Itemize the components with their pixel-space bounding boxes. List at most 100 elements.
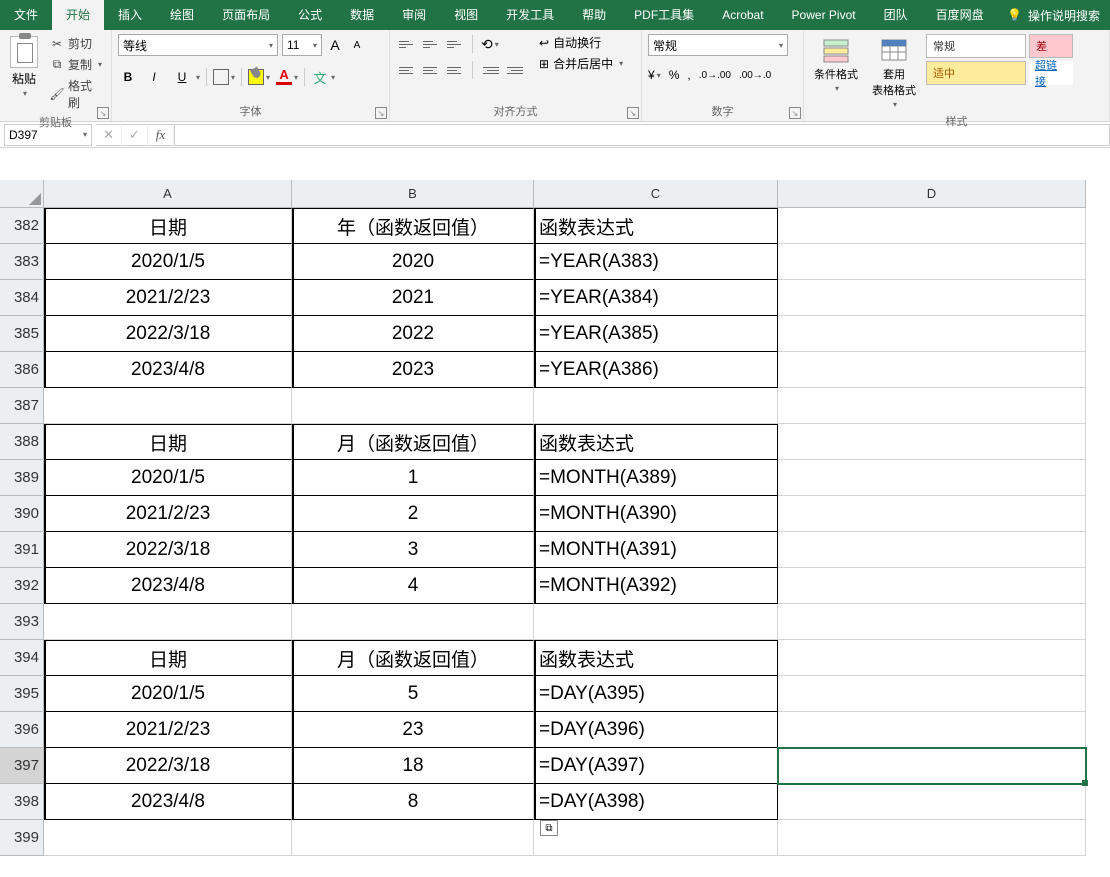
cell-B385[interactable]: 2022 xyxy=(292,316,534,352)
cell-B390[interactable]: 2 xyxy=(292,496,534,532)
cell-B395[interactable]: 5 xyxy=(292,676,534,712)
cell-D390[interactable] xyxy=(778,496,1086,532)
cell-B386[interactable]: 2023 xyxy=(292,352,534,388)
underline-button[interactable]: U▾ xyxy=(170,70,200,84)
row-header-391[interactable]: 391 xyxy=(0,532,44,568)
cell-A386[interactable]: 2023/4/8 xyxy=(44,352,292,388)
cell-A384[interactable]: 2021/2/23 xyxy=(44,280,292,316)
clipboard-dialog-launcher[interactable]: ↘ xyxy=(97,107,109,119)
accounting-format[interactable]: ¥▾ xyxy=(648,68,661,82)
cell-C386[interactable]: =YEAR(A386) xyxy=(534,352,778,388)
cell-B396[interactable]: 23 xyxy=(292,712,534,748)
font-name-combo[interactable]: 等线▾ xyxy=(118,34,278,56)
align-top[interactable] xyxy=(396,34,416,54)
row-header-390[interactable]: 390 xyxy=(0,496,44,532)
cell-A391[interactable]: 2022/3/18 xyxy=(44,532,292,568)
row-header-384[interactable]: 384 xyxy=(0,280,44,316)
cell-A396[interactable]: 2021/2/23 xyxy=(44,712,292,748)
tab-文件[interactable]: 文件 xyxy=(0,0,52,30)
copy-button[interactable]: ⧉复制▾ xyxy=(48,55,105,74)
cell-A398[interactable]: 2023/4/8 xyxy=(44,784,292,820)
cell-D389[interactable] xyxy=(778,460,1086,496)
tab-页面布局[interactable]: 页面布局 xyxy=(208,0,284,30)
cell-B382[interactable]: 年（函数返回值） xyxy=(292,208,534,244)
cell-B387[interactable] xyxy=(292,388,534,424)
phonetic-button[interactable]: 文▾ xyxy=(311,68,335,86)
borders-button[interactable]: ▾ xyxy=(213,69,235,85)
decrease-indent[interactable] xyxy=(481,60,501,80)
cell-B394[interactable]: 月（函数返回值） xyxy=(292,640,534,676)
cell-C387[interactable] xyxy=(534,388,778,424)
cell-C390[interactable]: =MONTH(A390) xyxy=(534,496,778,532)
cell-D387[interactable] xyxy=(778,388,1086,424)
cell-D388[interactable] xyxy=(778,424,1086,460)
comma-format[interactable]: , xyxy=(687,68,690,82)
font-color-button[interactable]: A▾ xyxy=(276,69,298,85)
col-header-C[interactable]: C xyxy=(534,180,778,208)
style-neutral[interactable]: 适中 xyxy=(926,61,1026,85)
cell-B398[interactable]: 8 xyxy=(292,784,534,820)
cell-D385[interactable] xyxy=(778,316,1086,352)
cell-styles-gallery[interactable]: 常规 差 适中 超链接 xyxy=(926,34,1073,85)
cell-B392[interactable]: 4 xyxy=(292,568,534,604)
cell-D394[interactable] xyxy=(778,640,1086,676)
cell-A393[interactable] xyxy=(44,604,292,640)
cell-A387[interactable] xyxy=(44,388,292,424)
style-bad[interactable]: 差 xyxy=(1029,34,1073,58)
cell-A382[interactable]: 日期 xyxy=(44,208,292,244)
wrap-text-button[interactable]: ↩自动换行 xyxy=(539,34,623,51)
cell-A388[interactable]: 日期 xyxy=(44,424,292,460)
tab-开始[interactable]: 开始 xyxy=(52,0,104,30)
italic-button[interactable]: I xyxy=(144,70,164,84)
align-center[interactable] xyxy=(420,60,440,80)
fill-color-button[interactable]: ▾ xyxy=(248,69,270,85)
tab-团队[interactable]: 团队 xyxy=(870,0,922,30)
tab-PDF工具集[interactable]: PDF工具集 xyxy=(620,0,708,30)
tab-公式[interactable]: 公式 xyxy=(284,0,336,30)
cell-C391[interactable]: =MONTH(A391) xyxy=(534,532,778,568)
row-header-387[interactable]: 387 xyxy=(0,388,44,424)
cell-D392[interactable] xyxy=(778,568,1086,604)
cell-B389[interactable]: 1 xyxy=(292,460,534,496)
increase-font-button[interactable]: A xyxy=(326,36,344,54)
merge-cells-button[interactable]: ⊞合并后居中▾ xyxy=(539,55,623,72)
tab-开发工具[interactable]: 开发工具 xyxy=(492,0,568,30)
cell-D386[interactable] xyxy=(778,352,1086,388)
bold-button[interactable]: B xyxy=(118,70,138,84)
cell-A397[interactable]: 2022/3/18 xyxy=(44,748,292,784)
smart-tag-icon[interactable]: ⧉ xyxy=(540,820,558,836)
cut-button[interactable]: ✂剪切 xyxy=(48,34,105,53)
cell-C394[interactable]: 函数表达式 xyxy=(534,640,778,676)
cell-A389[interactable]: 2020/1/5 xyxy=(44,460,292,496)
row-header-392[interactable]: 392 xyxy=(0,568,44,604)
cell-C392[interactable]: =MONTH(A392) xyxy=(534,568,778,604)
style-hyperlink[interactable]: 超链接 xyxy=(1029,61,1073,85)
cell-D395[interactable] xyxy=(778,676,1086,712)
cell-C393[interactable] xyxy=(534,604,778,640)
align-left[interactable] xyxy=(396,60,416,80)
cell-A394[interactable]: 日期 xyxy=(44,640,292,676)
enter-formula-button[interactable]: ✓ xyxy=(122,124,148,146)
cell-A383[interactable]: 2020/1/5 xyxy=(44,244,292,280)
cell-C385[interactable]: =YEAR(A385) xyxy=(534,316,778,352)
percent-format[interactable]: % xyxy=(669,68,680,82)
cell-C399[interactable] xyxy=(534,820,778,856)
cell-D397[interactable] xyxy=(778,748,1086,784)
increase-decimal[interactable]: .0→.00 xyxy=(699,68,731,82)
cell-B384[interactable]: 2021 xyxy=(292,280,534,316)
cell-C382[interactable]: 函数表达式 xyxy=(534,208,778,244)
cell-A390[interactable]: 2021/2/23 xyxy=(44,496,292,532)
insert-function-button[interactable]: fx xyxy=(148,124,174,146)
cell-D396[interactable] xyxy=(778,712,1086,748)
cell-C396[interactable]: =DAY(A396) xyxy=(534,712,778,748)
cell-C389[interactable]: =MONTH(A389) xyxy=(534,460,778,496)
cell-C383[interactable]: =YEAR(A383) xyxy=(534,244,778,280)
cell-B383[interactable]: 2020 xyxy=(292,244,534,280)
cell-B393[interactable] xyxy=(292,604,534,640)
tab-审阅[interactable]: 审阅 xyxy=(388,0,440,30)
style-normal[interactable]: 常规 xyxy=(926,34,1026,58)
row-header-397[interactable]: 397 xyxy=(0,748,44,784)
row-header-386[interactable]: 386 xyxy=(0,352,44,388)
decrease-decimal[interactable]: .00→.0 xyxy=(739,68,771,82)
cell-A395[interactable]: 2020/1/5 xyxy=(44,676,292,712)
